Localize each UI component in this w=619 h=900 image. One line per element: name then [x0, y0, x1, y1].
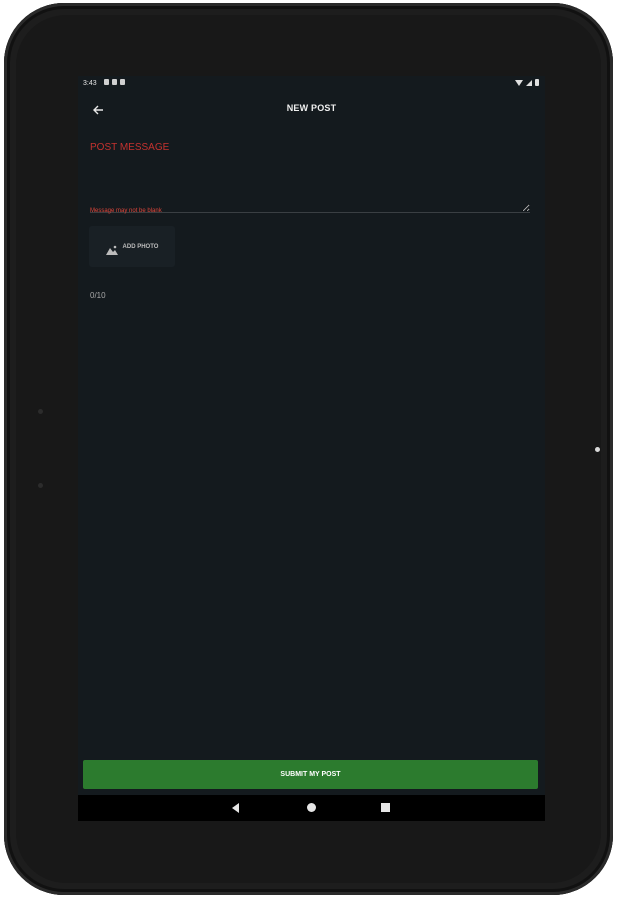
wifi-icon	[515, 79, 523, 86]
add-photo-label: ADD PHOTO	[122, 243, 159, 250]
page-title: NEW POST	[286, 103, 337, 113]
status-time: 3:43	[83, 80, 97, 87]
character-counter: 0/10	[90, 291, 106, 300]
battery-icon	[535, 79, 539, 86]
nav-home-icon[interactable]	[307, 803, 316, 812]
notification-icons	[104, 79, 125, 85]
front-camera	[595, 447, 600, 452]
message-error-text: Message may not be blank	[90, 208, 162, 214]
signal-icon	[526, 79, 532, 86]
notification-icon	[104, 79, 109, 85]
app-toolbar: NEW POST	[78, 92, 545, 128]
status-bar: 3:43	[78, 76, 545, 92]
sd-card-icon	[112, 79, 117, 85]
app-screen: 3:43 NEW POST POST MESSAGE Message may n…	[78, 76, 545, 821]
system-navigation-bar	[78, 795, 545, 821]
tablet-sensor-dot	[38, 409, 43, 414]
post-message-input[interactable]	[90, 156, 530, 213]
submit-post-button[interactable]: SUBMIT MY POST	[83, 760, 538, 789]
notification-icon	[120, 79, 125, 85]
image-icon	[105, 242, 118, 255]
add-photo-button[interactable]: ADD PHOTO	[89, 226, 175, 267]
status-indicators	[515, 79, 539, 86]
nav-back-icon[interactable]	[232, 803, 239, 813]
post-message-label: POST MESSAGE	[90, 142, 170, 153]
tablet-sensor-dot	[38, 483, 43, 488]
nav-recents-icon[interactable]	[381, 803, 390, 812]
